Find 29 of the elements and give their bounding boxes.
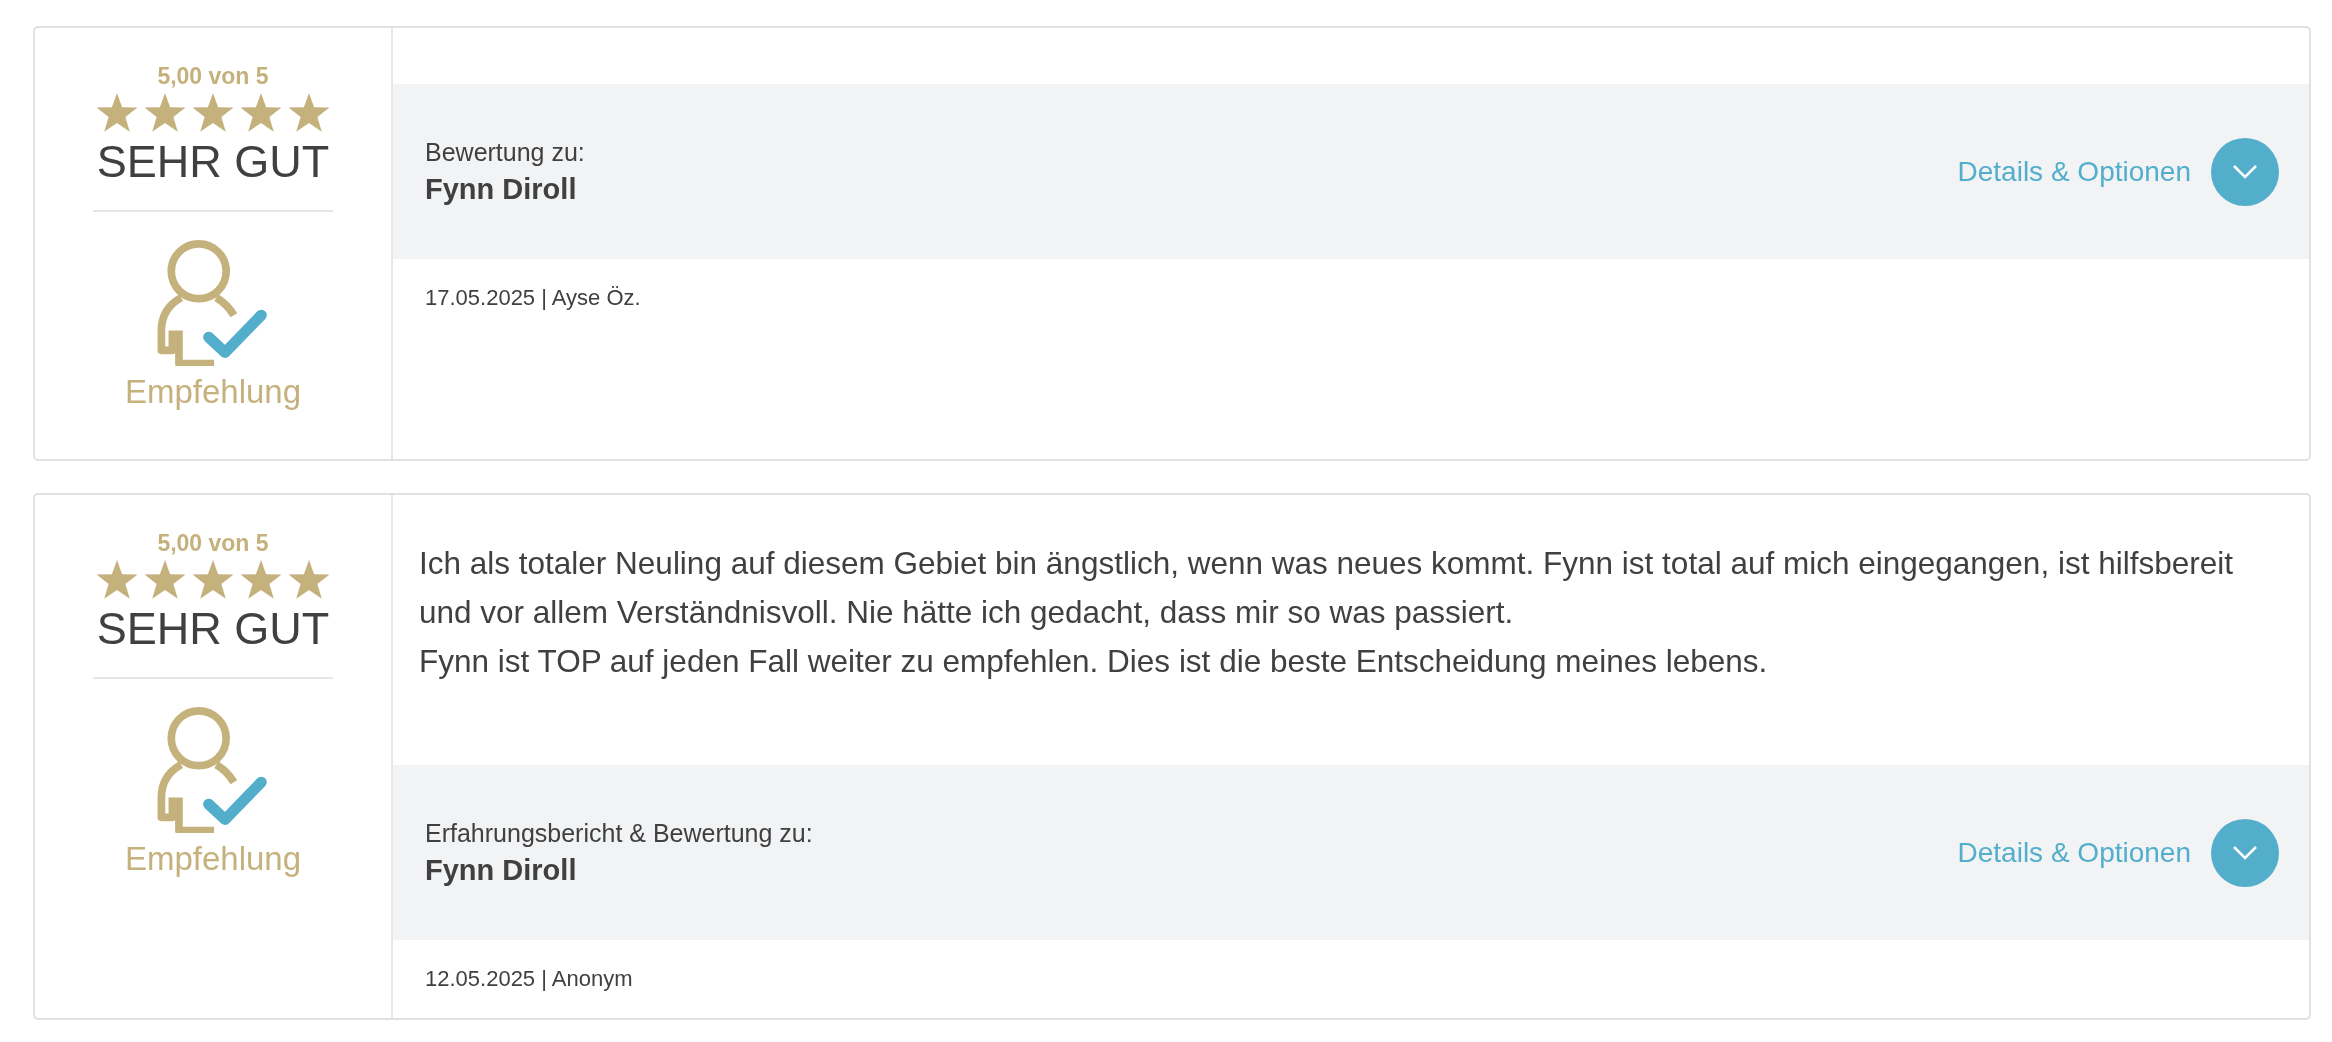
rating-verdict: SEHR GUT xyxy=(96,135,330,189)
user-check-icon xyxy=(157,705,269,833)
rating-score: 5,00 von 5 xyxy=(157,529,269,557)
star-icon xyxy=(287,559,331,601)
subject-label: Bewertung zu: xyxy=(425,136,585,168)
star-icon xyxy=(95,559,139,601)
recommendation-label: Empfehlung xyxy=(124,372,302,412)
review-text: Ich als totaler Neuling auf diesem Gebiet bin ängstlich, wenn was neues kommt. Fynn ist total auf mich eingegangen, ist hilfsbereit und vor allem Verständnisvoll. Nie hätte ich gedacht, dass mir so was passiert. Fynn ist TOP auf jeden Fall weiter zu empfehlen. Dies ist die beste Entscheidung meines lebens. xyxy=(418,544,2234,681)
chevron-icon xyxy=(2232,844,2258,861)
review-meta: 17.05.2025 | Ayse Öz. xyxy=(424,284,642,312)
user-check-icon xyxy=(157,238,269,366)
star-icon xyxy=(143,92,187,134)
recommendation-label: Empfehlung xyxy=(124,839,302,879)
rating-score: 5,00 von 5 xyxy=(157,62,269,90)
star-icon xyxy=(239,559,283,601)
review-meta: 12.05.2025 | Anonym xyxy=(424,965,634,993)
rating-verdict: SEHR GUT xyxy=(96,602,330,656)
star-icon xyxy=(191,559,235,601)
chevron-icon xyxy=(2232,163,2258,180)
star-icon xyxy=(239,92,283,134)
subject-name: Fynn Diroll xyxy=(425,171,578,207)
star-icon xyxy=(143,559,187,601)
star-icon xyxy=(287,92,331,134)
details-link[interactable]: Details & Optionen xyxy=(1957,836,2191,869)
subject-name: Fynn Diroll xyxy=(425,852,578,888)
star-icon xyxy=(191,92,235,134)
star-icon xyxy=(95,92,139,134)
details-link[interactable]: Details & Optionen xyxy=(1957,155,2191,188)
subject-label: Erfahrungsbericht & Bewertung zu: xyxy=(425,817,813,849)
